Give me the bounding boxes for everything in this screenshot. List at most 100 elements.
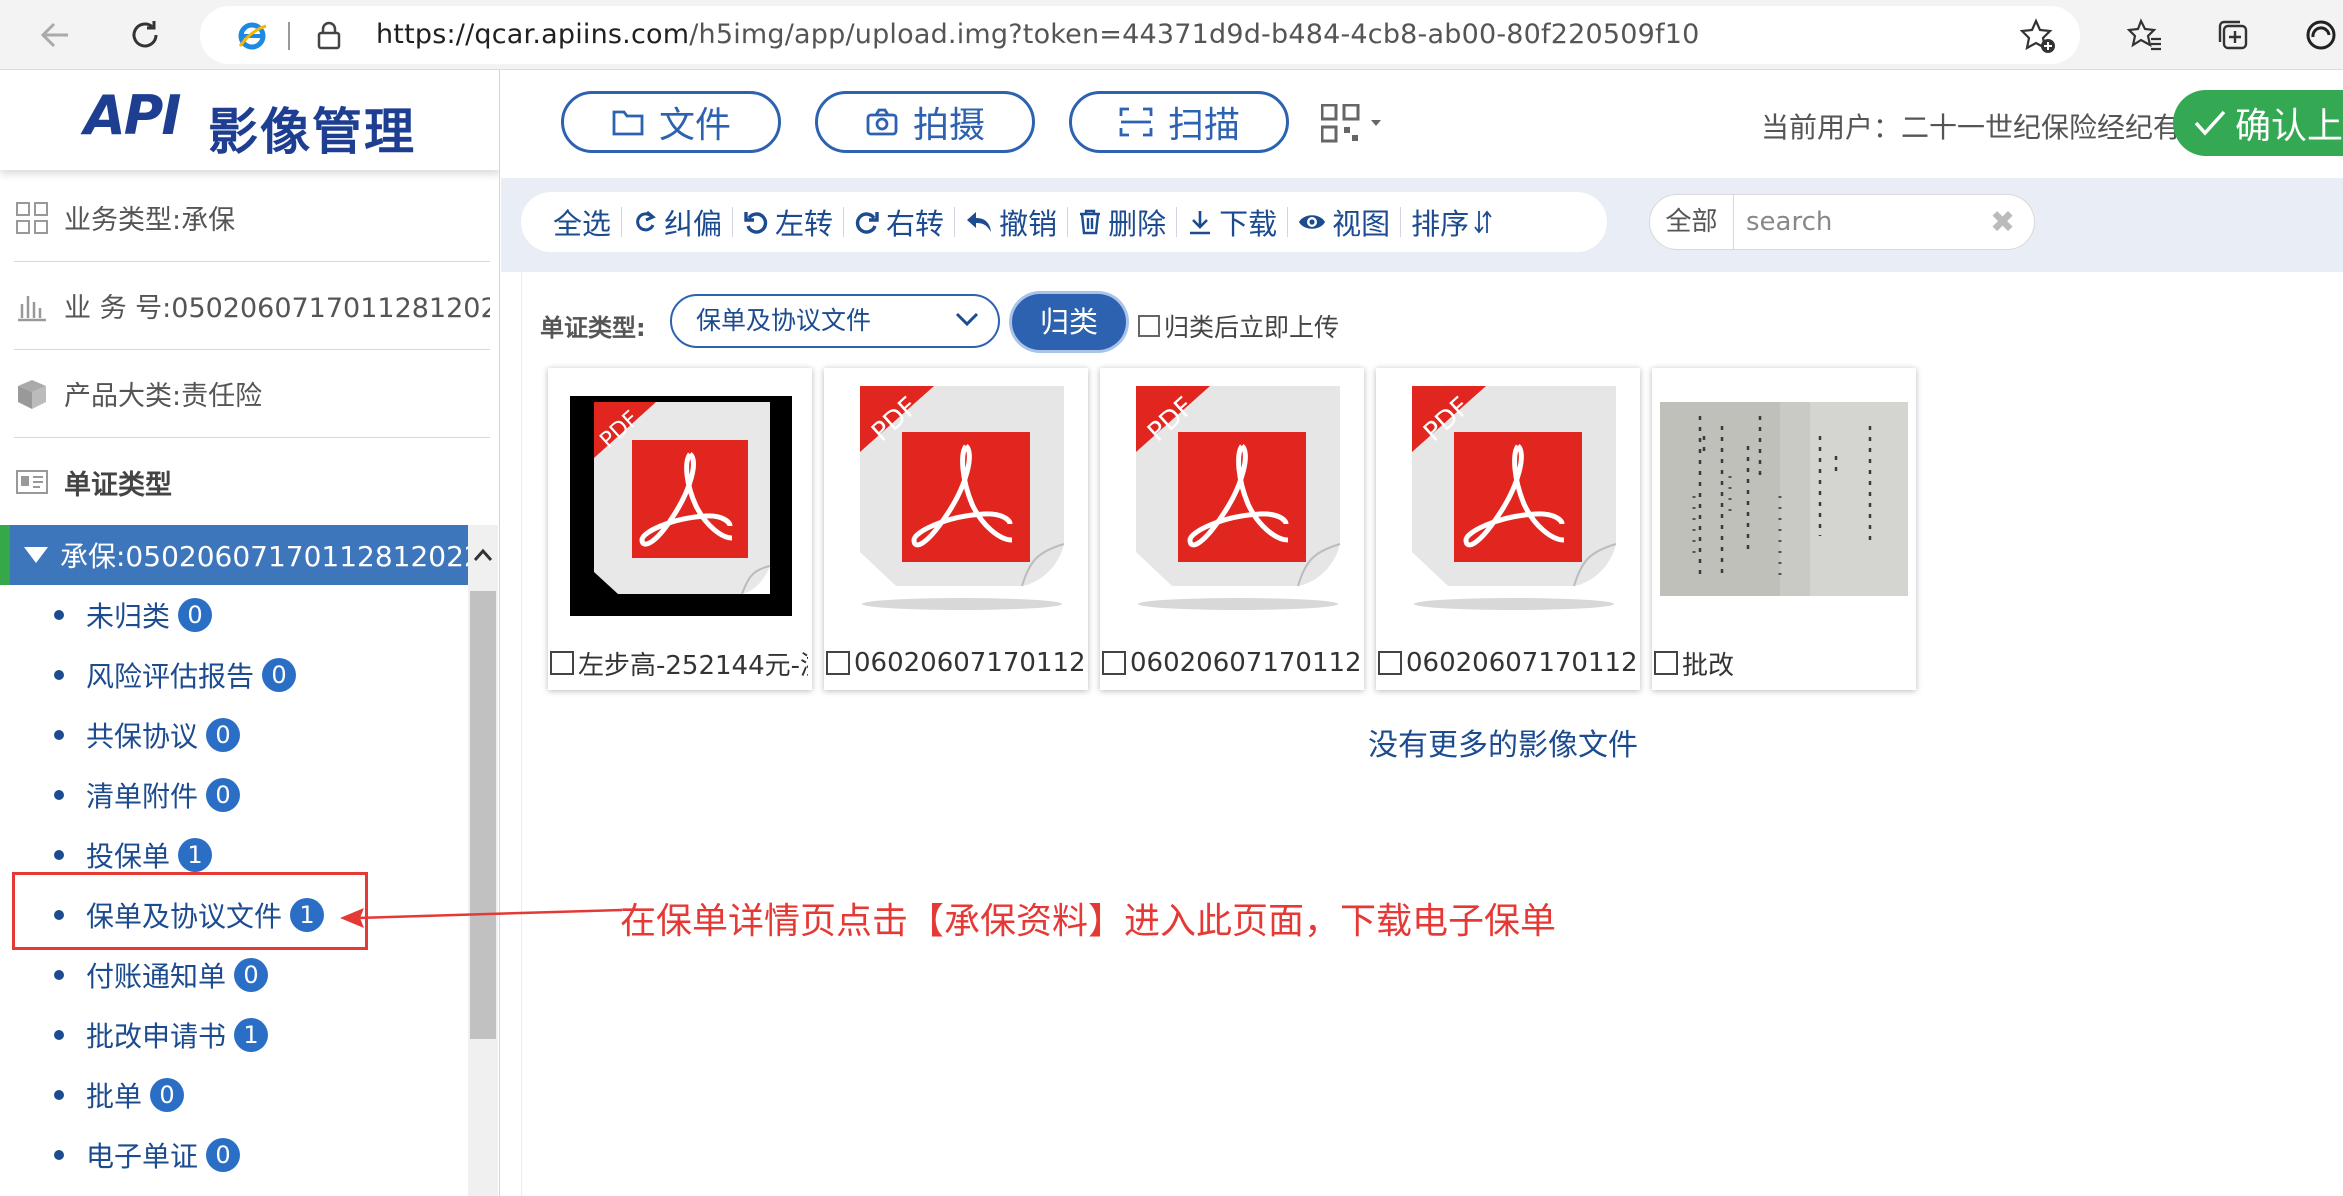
upload-after-classify-checkbox[interactable]	[1138, 315, 1160, 337]
rotate-left-icon	[744, 212, 768, 234]
download-icon	[1190, 211, 1211, 235]
deskew-button[interactable]: 纠偏	[622, 192, 732, 252]
image-toolbar: 全选 纠偏 左转 右转 撤销 删除 下载 视图 排序	[521, 192, 1607, 252]
select-all-button[interactable]: 全选	[543, 192, 621, 252]
trash-icon	[1080, 209, 1101, 235]
file-card[interactable]: PDF 06020607170112812022	[1100, 368, 1364, 690]
qr-code-dropdown[interactable]	[1320, 103, 1383, 148]
category-item[interactable]: 共保协议 0	[0, 715, 241, 755]
search-scope-select[interactable]: 全部	[1650, 195, 1734, 249]
count-badge: 1	[234, 1018, 269, 1052]
shoot-button-label: 拍摄	[912, 105, 985, 146]
file-checkbox[interactable]	[826, 651, 850, 675]
category-item[interactable]: 电子单证 0	[0, 1135, 241, 1175]
category-label: 批单	[86, 1080, 143, 1113]
category-item[interactable]: 批改申请书 1	[0, 1015, 269, 1055]
rotate-right-button[interactable]: 右转	[844, 192, 954, 252]
rotate-left-button[interactable]: 左转	[733, 192, 843, 252]
doc-type-heading: 单证类型	[64, 469, 172, 501]
no-more-files-message: 没有更多的影像文件	[1368, 728, 1638, 763]
sort-button[interactable]: 排序	[1401, 192, 1509, 252]
view-label: 视图	[1332, 207, 1391, 241]
undo-icon	[967, 212, 992, 232]
download-label: 下载	[1219, 207, 1278, 241]
file-checkbox[interactable]	[550, 651, 574, 675]
bar-chart-icon	[18, 295, 46, 321]
file-thumbnail[interactable]: PDF	[1384, 376, 1632, 626]
category-item[interactable]: 批单 0	[0, 1075, 185, 1115]
doc-type-label: 单证类型:	[540, 314, 646, 342]
count-badge: 0	[206, 718, 241, 752]
file-card[interactable]: PDF 左步高-252144元-浙	[548, 368, 812, 690]
undo-button[interactable]: 撤销	[955, 192, 1067, 252]
url-host: https://qcar.apiins.com	[376, 19, 690, 50]
browser-menu-button[interactable]	[2296, 10, 2343, 60]
classify-button[interactable]: 归类	[1012, 294, 1126, 350]
back-button[interactable]	[30, 10, 80, 60]
doc-type-select[interactable]: 保单及协议文件	[670, 294, 1000, 348]
box-icon	[18, 379, 46, 409]
confirm-upload-label: 确认上传	[2235, 106, 2343, 147]
collections-icon	[2218, 20, 2248, 50]
search-input[interactable]	[1746, 201, 1976, 243]
file-card[interactable]: PDF 06020607170112812022	[1376, 368, 1640, 690]
count-badge: 0	[262, 658, 297, 692]
clear-search-icon[interactable]: ✖	[1990, 205, 2015, 240]
scroll-thumb[interactable]	[470, 591, 496, 1039]
download-button[interactable]: 下载	[1177, 192, 1287, 252]
url-text[interactable]: https://qcar.apiins.com/h5img/app/upload…	[376, 6, 1699, 64]
scroll-up-button[interactable]	[468, 525, 498, 585]
pdf-file-icon: PDF	[1136, 386, 1341, 610]
category-label: 清单附件	[86, 780, 199, 813]
file-button[interactable]: 文件	[561, 91, 781, 153]
confirm-upload-button[interactable]: 确认上传	[2173, 90, 2343, 156]
camera-icon	[866, 108, 898, 136]
caret-down-icon[interactable]	[24, 547, 48, 563]
file-name: 左步高-252144元-浙	[578, 650, 808, 681]
file-checkbox[interactable]	[1378, 651, 1402, 675]
deskew-label: 纠偏	[664, 207, 723, 241]
file-card[interactable]: PDF 06020607170112812022	[824, 368, 1088, 690]
file-thumbnail[interactable]	[1660, 376, 1908, 626]
address-separator	[288, 22, 290, 50]
annotation-text: 在保单详情页点击【承保资料】进入此页面，下载电子保单	[620, 901, 1557, 942]
category-item[interactable]: 投保单 1	[0, 835, 213, 875]
refresh-button[interactable]	[120, 10, 170, 60]
tree-root-label: 承保:05020607170112812022000	[60, 540, 468, 573]
file-card[interactable]: 批改	[1652, 368, 1916, 690]
delete-button[interactable]: 删除	[1068, 192, 1176, 252]
shoot-button[interactable]: 拍摄	[815, 91, 1035, 153]
logo-mark: API	[84, 84, 181, 147]
file-caption: 06020607170112812022	[1102, 646, 1360, 680]
delete-label: 删除	[1108, 207, 1167, 241]
app-title: 影像管理	[208, 103, 416, 161]
file-checkbox[interactable]	[1102, 651, 1126, 675]
toolbar-band: 全选 纠偏 左转 右转 撤销 删除 下载 视图 排序 全部 search ✖	[501, 178, 2343, 272]
view-button[interactable]: 视图	[1288, 192, 1400, 252]
ie-mode-icon	[238, 22, 267, 50]
bullet-icon	[54, 1150, 64, 1160]
bullet-icon	[54, 850, 64, 860]
category-item[interactable]: 清单附件 0	[0, 775, 241, 815]
tree-root-node[interactable]: 承保:05020607170112812022000	[0, 525, 468, 585]
file-thumbnail[interactable]: PDF	[556, 376, 804, 626]
category-item[interactable]: 风险评估报告 0	[0, 655, 297, 695]
file-thumbnail[interactable]: PDF	[832, 376, 1080, 626]
lock-icon[interactable]	[316, 20, 342, 50]
rotate-right-icon	[855, 212, 879, 234]
address-bar[interactable]: https://qcar.apiins.com/h5img/app/upload…	[200, 6, 2080, 64]
collections-button[interactable]	[2208, 10, 2258, 60]
upload-after-classify-option[interactable]: 归类后立即上传	[1138, 308, 1339, 344]
grid-icon	[16, 201, 48, 234]
scan-button[interactable]: 扫描	[1069, 91, 1289, 153]
favorites-button[interactable]	[2120, 10, 2170, 60]
file-checkbox[interactable]	[1654, 651, 1678, 675]
file-thumbnail[interactable]: PDF	[1108, 376, 1356, 626]
sidebar-scrollbar[interactable]	[468, 525, 498, 1196]
add-favorite-icon[interactable]	[2020, 18, 2056, 54]
scan-button-label: 扫描	[1167, 105, 1240, 146]
pdf-file-icon: PDF	[860, 386, 1065, 610]
category-item[interactable]: 付账通知单 0	[0, 955, 269, 995]
category-item[interactable]: 未归类 0	[0, 595, 213, 635]
id-card-icon	[16, 470, 48, 494]
